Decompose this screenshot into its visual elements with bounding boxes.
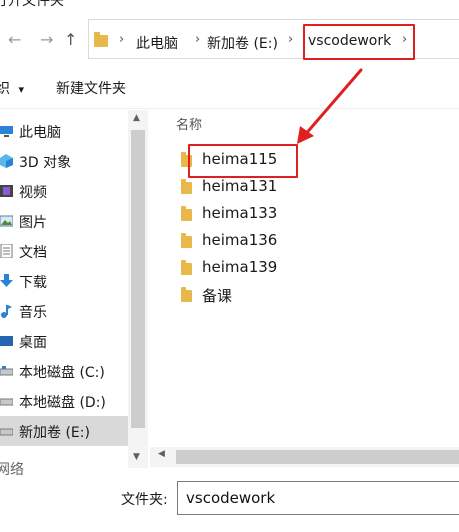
sidebar-item-label: 图片 <box>19 215 47 231</box>
sidebar-item-label: 视频 <box>19 185 47 201</box>
folder-icon <box>181 206 192 221</box>
toolbar-divider <box>0 108 459 109</box>
sidebar-item-label: 新加卷 (E:) <box>19 425 90 441</box>
computer-icon <box>0 126 13 137</box>
back-icon[interactable]: ← <box>8 30 21 49</box>
scroll-left-icon[interactable]: ◀ <box>158 449 165 459</box>
picture-icon <box>0 215 13 227</box>
sidebar-item-network[interactable]: 网络 <box>0 459 24 479</box>
sidebar-item-videos[interactable]: 视频 <box>0 176 128 206</box>
column-header-name[interactable]: 名称 <box>176 114 202 133</box>
new-folder-button[interactable]: 新建文件夹 <box>56 78 126 98</box>
sidebar-item-label: 文档 <box>19 245 47 261</box>
video-icon <box>0 185 13 197</box>
sidebar-item-desktop[interactable]: 桌面 <box>0 326 128 356</box>
organize-label: 织 <box>0 81 10 97</box>
sidebar-item-this-pc[interactable]: 此电脑 <box>0 116 128 146</box>
folder-icon <box>181 179 192 194</box>
list-item[interactable]: 备课 <box>178 282 438 308</box>
chevron-down-icon: ▾ <box>18 83 24 96</box>
breadcrumb-separator[interactable]: › <box>119 32 124 47</box>
sidebar-item-pictures[interactable]: 图片 <box>0 206 128 236</box>
file-name: 备课 <box>202 287 233 305</box>
file-name: heima139 <box>202 258 278 276</box>
list-item[interactable]: heima139 <box>178 255 438 281</box>
folder-icon <box>94 32 108 47</box>
file-name: heima136 <box>202 231 278 249</box>
folder-icon <box>181 233 192 248</box>
document-icon <box>0 244 13 258</box>
sidebar-item-drive-d[interactable]: 本地磁盘 (D:) <box>0 386 128 416</box>
sidebar-scrollbar-thumb[interactable] <box>131 130 145 428</box>
organize-button[interactable]: 织 ▾ <box>0 78 24 98</box>
folder-icon <box>181 287 192 302</box>
list-item[interactable]: heima136 <box>178 228 438 254</box>
highlight-box-file <box>188 144 298 178</box>
sidebar-item-drive-e[interactable]: 新加卷 (E:) <box>0 416 128 446</box>
sidebar-item-label: 音乐 <box>19 305 47 321</box>
window-title: 打开文件夹 <box>0 0 64 9</box>
scroll-up-icon[interactable]: ▲ <box>133 113 140 123</box>
folder-field-label: 文件夹: <box>121 492 168 508</box>
breadcrumb-separator[interactable]: › <box>195 32 200 47</box>
music-icon <box>1 305 12 318</box>
sidebar-item-label: 本地磁盘 (C:) <box>19 365 105 381</box>
sidebar-item-documents[interactable]: 文档 <box>0 236 128 266</box>
list-item[interactable]: heima133 <box>178 201 438 227</box>
sidebar-item-drive-c[interactable]: 本地磁盘 (C:) <box>0 356 128 386</box>
scroll-down-icon[interactable]: ▼ <box>133 452 140 462</box>
folder-icon <box>181 260 192 275</box>
drive-icon <box>0 428 13 436</box>
up-icon[interactable]: ↑ <box>64 30 77 49</box>
desktop-icon <box>0 336 13 346</box>
breadcrumb-separator[interactable]: › <box>288 32 293 47</box>
sidebar-item-label: 本地磁盘 (D:) <box>19 395 106 411</box>
sidebar-item-label: 下载 <box>19 275 47 291</box>
download-icon <box>0 274 13 287</box>
breadcrumb-this-pc[interactable]: 此电脑 <box>136 33 178 53</box>
breadcrumb-drive-e[interactable]: 新加卷 (E:) <box>207 33 278 53</box>
highlight-box-address <box>303 24 415 60</box>
file-name: heima131 <box>202 177 278 195</box>
cube-icon <box>0 154 13 168</box>
sidebar-item-label: 此电脑 <box>19 125 61 141</box>
content-hscrollbar-thumb[interactable] <box>176 450 459 464</box>
folder-input[interactable] <box>177 481 459 515</box>
sidebar-item-label: 桌面 <box>19 335 47 351</box>
sidebar-item-label: 3D 对象 <box>19 155 72 171</box>
sidebar-item-music[interactable]: 音乐 <box>0 296 128 326</box>
file-name: heima133 <box>202 204 278 222</box>
drive-icon <box>0 366 13 376</box>
forward-icon[interactable]: → <box>40 30 53 49</box>
sidebar-item-3d-objects[interactable]: 3D 对象 <box>0 146 128 176</box>
drive-icon <box>0 398 13 406</box>
sidebar-item-downloads[interactable]: 下载 <box>0 266 128 296</box>
